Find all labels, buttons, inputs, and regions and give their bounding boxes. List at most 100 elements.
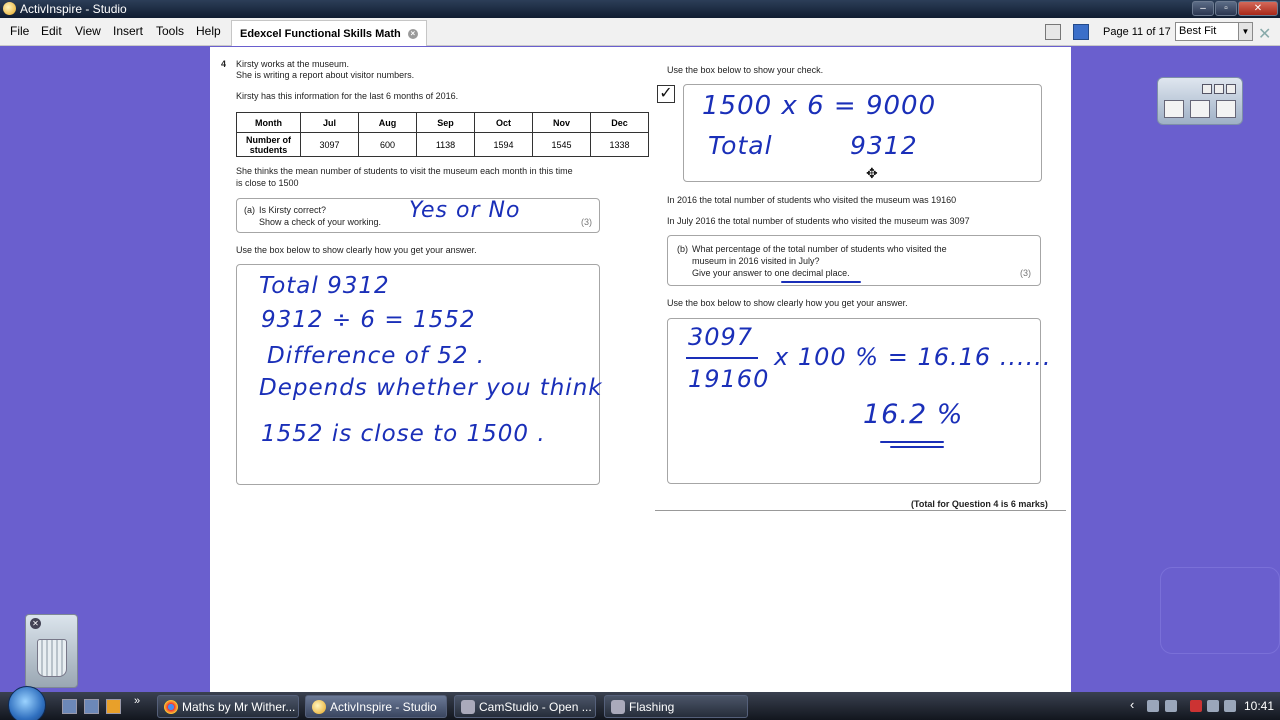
- media-player-icon[interactable]: [106, 699, 121, 714]
- intro-line-2: She is writing a report about visitor nu…: [236, 70, 415, 80]
- task-label: Flashing: [629, 700, 675, 714]
- handwriting-answer: 16.2 %: [863, 399, 964, 430]
- table-cell: 1545: [532, 132, 591, 157]
- handwriting-check-line: 1500 x 6 = 9000: [702, 91, 937, 121]
- previous-page-icon[interactable]: [1190, 100, 1210, 118]
- next-page-icon[interactable]: [1216, 100, 1236, 118]
- box-instruction-b: Use the box below to show clearly how yo…: [667, 298, 908, 308]
- zoom-select[interactable]: Best Fit ▼: [1175, 22, 1253, 41]
- table-header-cell: Jul: [300, 112, 359, 133]
- tab-document[interactable]: Edexcel Functional Skills Math ×: [231, 20, 427, 46]
- answer-underline: [880, 441, 944, 443]
- quicklaunch-chevron-icon[interactable]: »: [134, 695, 140, 707]
- desktop-gadget-outline: [1160, 567, 1280, 654]
- part-b-line-3-emphasis: one decimal place: [774, 268, 848, 278]
- part-b-line-1: What percentage of the total number of s…: [692, 244, 947, 254]
- intro-line-1: Kirsty works at the museum.: [236, 59, 350, 69]
- check-box[interactable]: 1500 x 6 = 9000 Total 9312 ✥: [683, 84, 1042, 182]
- cursor-icon: ✥: [866, 165, 878, 181]
- part-a-marks: (3): [581, 217, 592, 227]
- taskbar-item-flashing[interactable]: Flashing: [604, 695, 748, 718]
- total-2016-text: In 2016 the total number of students who…: [667, 195, 957, 205]
- zoom-value: Best Fit: [1179, 25, 1217, 37]
- part-b-marks: (3): [1020, 268, 1031, 278]
- table-header-cell: Sep: [416, 112, 475, 133]
- answer-box-a[interactable]: Total 9312 9312 ÷ 6 = 1552 Difference of…: [236, 264, 602, 485]
- part-b-line-3-post: .: [847, 268, 850, 278]
- claim-line-2: is close to 1500: [236, 178, 299, 188]
- activinspire-icon: [312, 700, 326, 714]
- close-icon[interactable]: ✕: [30, 618, 41, 629]
- recycle-bin-gadget[interactable]: ✕: [25, 614, 78, 688]
- toolbox-controls: [1200, 81, 1236, 99]
- table-row-label: Number of students: [236, 132, 301, 157]
- table-header-cell: Oct: [474, 112, 533, 133]
- menu-insert[interactable]: Insert: [113, 24, 143, 38]
- handwriting-line: 1552 is close to 1500 .: [261, 421, 546, 447]
- clock[interactable]: 10:41: [1244, 699, 1274, 713]
- check-instruction: Use the box below to show your check.: [667, 65, 824, 75]
- question-number: 4: [221, 59, 227, 69]
- folder-icon: [461, 700, 475, 714]
- chevron-down-icon[interactable]: ▼: [1238, 23, 1252, 40]
- taskbar-item-camstudio[interactable]: CamStudio - Open ...: [454, 695, 596, 718]
- info-text: Kirsty has this information for the last…: [236, 91, 459, 101]
- part-b-box: (b) What percentage of the total number …: [667, 235, 1041, 286]
- maximize-button[interactable]: ▫: [1215, 1, 1237, 16]
- tray-expand-icon[interactable]: ‹: [1130, 697, 1134, 712]
- part-b-line-3-pre: Give your answer to: [692, 268, 775, 278]
- part-b-line-3: Give your answer to one decimal place.: [692, 268, 850, 279]
- part-a-label: (a): [244, 205, 255, 215]
- volume-icon[interactable]: [1224, 700, 1236, 712]
- network-icon[interactable]: [1207, 700, 1219, 712]
- menu-tools[interactable]: Tools: [156, 24, 184, 38]
- toolbox-pin-icon[interactable]: [1202, 84, 1212, 94]
- toolbox-close-icon[interactable]: [1226, 84, 1236, 94]
- part-a-line-1: Is Kirsty correct?: [259, 205, 327, 215]
- part-b-line-2: museum in 2016 visited in July?: [692, 256, 820, 266]
- handwriting-expression: x 100 % = 16.16 ......: [774, 343, 1052, 371]
- task-label: ActivInspire - Studio: [330, 700, 437, 714]
- menu-file[interactable]: File: [10, 24, 29, 38]
- table-cell: 3097: [300, 132, 359, 157]
- tab-label: Edexcel Functional Skills Math: [240, 28, 401, 40]
- handwritten-underline: [781, 281, 861, 283]
- floating-toolbox[interactable]: [1157, 77, 1243, 125]
- main-menu-icon[interactable]: [1164, 100, 1184, 118]
- task-label: Maths by Mr Wither...: [182, 700, 296, 714]
- close-button[interactable]: ✕: [1238, 1, 1278, 16]
- flipchart-page[interactable]: 4 Kirsty works at the museum. She is wri…: [210, 47, 1071, 692]
- minimize-button[interactable]: –: [1192, 1, 1214, 16]
- page-browser-icon[interactable]: [1045, 24, 1061, 40]
- taskbar-item-activinspire[interactable]: ActivInspire - Studio: [305, 695, 447, 718]
- toolbox-settings-icon[interactable]: [1214, 84, 1224, 94]
- taskbar-item-chrome[interactable]: Maths by Mr Wither...: [157, 695, 299, 718]
- menu-help[interactable]: Help: [196, 24, 221, 38]
- handwriting-check-total: Total: [708, 131, 773, 160]
- claim-line-1: She thinks the mean number of students t…: [236, 166, 573, 176]
- tab-close-icon[interactable]: ×: [407, 29, 418, 39]
- answer-box-b[interactable]: 3097 19160 x 100 % = 16.16 ...... 16.2 %: [667, 318, 1051, 484]
- menu-edit[interactable]: Edit: [41, 24, 62, 38]
- expand-arrows-icon[interactable]: ✕: [1258, 24, 1271, 44]
- divider: [655, 510, 1066, 511]
- task-label: CamStudio - Open ...: [479, 700, 592, 714]
- folder-icon: [611, 700, 625, 714]
- switch-windows-icon[interactable]: [84, 699, 99, 714]
- show-desktop-icon[interactable]: [62, 699, 77, 714]
- flipchart-icon[interactable]: [1073, 24, 1089, 40]
- fraction-bar: [686, 357, 758, 359]
- row-label-line-2: students: [249, 144, 288, 155]
- security-icon[interactable]: [1190, 700, 1202, 712]
- bluetooth-icon[interactable]: [1147, 700, 1159, 712]
- taskbar: » Maths by Mr Wither... ActivInspire - S…: [0, 686, 1280, 720]
- recycle-bin-icon[interactable]: [37, 639, 67, 677]
- display-icon[interactable]: [1165, 700, 1177, 712]
- part-a-line-2: Show a check of your working.: [259, 217, 382, 227]
- menu-view[interactable]: View: [75, 24, 101, 38]
- window-title: ActivInspire - Studio: [20, 2, 127, 16]
- total-july-text: In July 2016 the total number of student…: [667, 216, 970, 226]
- table-cell: 1338: [590, 132, 649, 157]
- start-button[interactable]: [8, 686, 46, 720]
- part-b-label: (b): [677, 244, 688, 254]
